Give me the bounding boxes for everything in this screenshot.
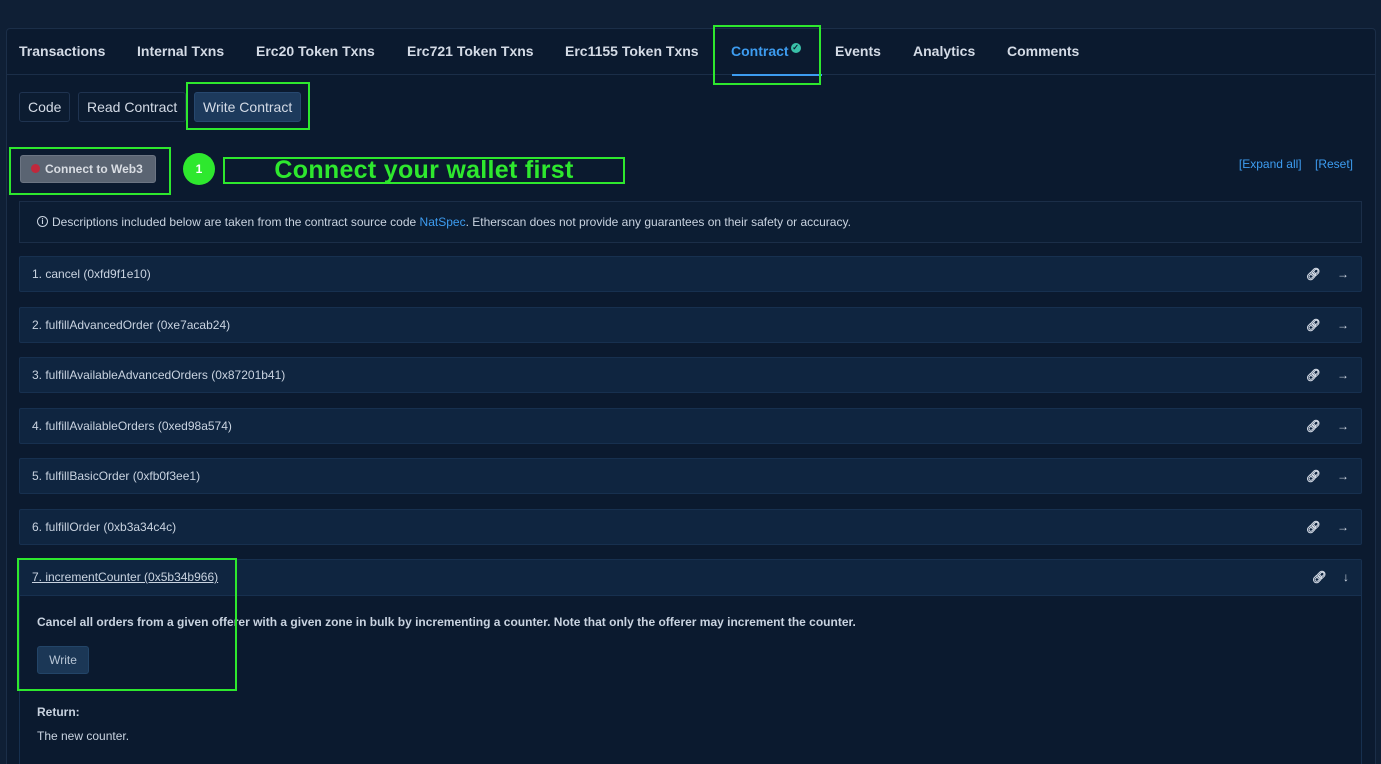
tab-events[interactable]: Events [835, 43, 881, 59]
disconnected-status-icon [31, 164, 40, 174]
tab-erc1155-token-txns[interactable]: Erc1155 Token Txns [565, 43, 699, 59]
function-label[interactable]: 2. fulfillAdvancedOrder (0xe7acab24) [32, 318, 230, 332]
function-actions: 🔗︎ → [1290, 510, 1349, 544]
connect-web3-button[interactable]: Connect to Web3 [20, 155, 156, 183]
function-row[interactable]: 3. fulfillAvailableAdvancedOrders (0x872… [19, 357, 1362, 393]
link-icon[interactable]: 🔗︎ [1306, 308, 1321, 342]
function-actions: 🔗︎ → [1290, 257, 1349, 291]
check-circle-icon: ✓ [790, 43, 801, 53]
arrow-down-icon[interactable]: ↓ [1343, 560, 1349, 594]
reset-link[interactable]: [Reset] [1315, 157, 1353, 171]
function-actions: 🔗︎ ↓ [1296, 560, 1349, 594]
function-row[interactable]: 2. fulfillAdvancedOrder (0xe7acab24) 🔗︎ → [19, 307, 1362, 343]
tab-contract-label: Contract [731, 43, 789, 59]
function-actions: 🔗︎ → [1290, 409, 1349, 443]
function-description: Cancel all orders from a given offerer w… [37, 615, 856, 629]
natspec-notice: i Descriptions included below are taken f… [19, 201, 1362, 243]
return-label: Return: [37, 705, 80, 719]
subtab-write-contract[interactable]: Write Contract [194, 92, 302, 122]
notice-prefix: Descriptions included below are taken fr… [52, 215, 417, 229]
active-tab-underline [732, 74, 822, 76]
tab-analytics[interactable]: Analytics [913, 43, 975, 59]
function-label[interactable]: 4. fulfillAvailableOrders (0xed98a574) [32, 419, 232, 433]
tab-transactions[interactable]: Transactions [19, 43, 105, 59]
function-row[interactable]: 5. fulfillBasicOrder (0xfb0f3ee1) 🔗︎ → [19, 458, 1362, 494]
link-icon[interactable]: 🔗︎ [1306, 459, 1321, 493]
main-tabs: Transactions Internal Txns Erc20 Token T… [7, 29, 1375, 76]
contract-card: Transactions Internal Txns Erc20 Token T… [6, 25, 1376, 764]
notice-suffix: . Etherscan does not provide any guarant… [465, 215, 851, 229]
function-row[interactable]: 1. cancel (0xfd9f1e10) 🔗︎ → [19, 256, 1362, 292]
expanded-function-panel: 7. incrementCounter (0x5b34b966) 🔗︎ ↓ Can… [19, 559, 1362, 764]
tab-comments[interactable]: Comments [1007, 43, 1079, 59]
function-actions: 🔗︎ → [1290, 459, 1349, 493]
connect-web3-label: Connect to Web3 [45, 162, 143, 176]
function-actions: 🔗︎ → [1290, 358, 1349, 392]
tab-contract[interactable]: Contract ✓ [731, 43, 801, 59]
link-icon[interactable]: 🔗︎ [1306, 257, 1321, 291]
link-icon[interactable]: 🔗︎ [1306, 409, 1321, 443]
arrow-right-icon[interactable]: → [1337, 358, 1349, 392]
return-value: The new counter. [37, 729, 130, 743]
function-row[interactable]: 4. fulfillAvailableOrders (0xed98a574) 🔗… [19, 408, 1362, 444]
tab-erc721-token-txns[interactable]: Erc721 Token Txns [407, 43, 534, 59]
function-label[interactable]: 1. cancel (0xfd9f1e10) [32, 267, 151, 281]
arrow-right-icon[interactable]: → [1337, 459, 1349, 493]
function-label[interactable]: 5. fulfillBasicOrder (0xfb0f3ee1) [32, 469, 200, 483]
function-label[interactable]: 6. fulfillOrder (0xb3a34c4c) [32, 520, 176, 534]
link-icon[interactable]: 🔗︎ [1306, 358, 1321, 392]
function-label[interactable]: 7. incrementCounter (0x5b34b966) [32, 570, 218, 584]
arrow-right-icon[interactable]: → [1337, 409, 1349, 443]
arrow-right-icon[interactable]: → [1337, 308, 1349, 342]
subtab-read-contract[interactable]: Read Contract [78, 92, 187, 122]
function-label[interactable]: 3. fulfillAvailableAdvancedOrders (0x872… [32, 368, 285, 382]
subtab-code[interactable]: Code [19, 92, 71, 122]
function-row[interactable]: 6. fulfillOrder (0xb3a34c4c) 🔗︎ → [19, 509, 1362, 545]
expanded-function-header[interactable]: 7. incrementCounter (0x5b34b966) 🔗︎ ↓ [20, 560, 1361, 596]
arrow-right-icon[interactable]: → [1337, 510, 1349, 544]
function-actions: 🔗︎ → [1290, 308, 1349, 342]
step-number-badge: 1 [183, 153, 215, 185]
connect-wallet-hint: Connect your wallet first [223, 157, 625, 184]
page: Transactions Internal Txns Erc20 Token T… [0, 0, 1381, 764]
tab-erc20-token-txns[interactable]: Erc20 Token Txns [256, 43, 375, 59]
write-button[interactable]: Write [37, 646, 89, 674]
natspec-link[interactable]: NatSpec [420, 215, 466, 229]
expand-reset-links: [Expand all] [Reset] [1229, 157, 1353, 171]
arrow-right-icon[interactable]: → [1337, 257, 1349, 291]
expand-all-link[interactable]: [Expand all] [1239, 157, 1302, 171]
link-icon[interactable]: 🔗︎ [1306, 510, 1321, 544]
link-icon[interactable]: 🔗︎ [1312, 560, 1327, 594]
tab-internal-txns[interactable]: Internal Txns [137, 43, 224, 59]
info-icon: i [37, 216, 48, 228]
